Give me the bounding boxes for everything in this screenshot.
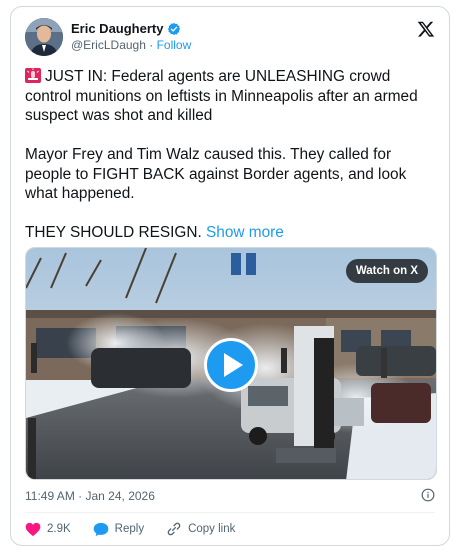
play-icon (224, 353, 243, 377)
tweet-date: Jan 24, 2026 (85, 489, 155, 503)
verified-badge-icon (168, 22, 181, 35)
link-icon (167, 522, 181, 536)
info-icon[interactable] (421, 488, 435, 502)
tweet-time: 11:49 AM (25, 489, 75, 503)
like-button[interactable]: 2.9K (25, 522, 71, 537)
avatar[interactable] (25, 18, 63, 56)
reply-icon (93, 522, 109, 536)
heart-icon (25, 522, 41, 536)
divider (25, 512, 435, 513)
reply-label: Reply (114, 523, 145, 535)
action-bar: 2.9K Reply Copy link (25, 521, 257, 537)
tweet-timestamp[interactable]: 11:49 AM · Jan 24, 2026 (25, 489, 155, 503)
timestamp-separator: · (78, 489, 83, 503)
author-handle[interactable]: @EricLDaugh (71, 38, 146, 52)
siren-icon (25, 68, 41, 83)
tweet-card: Eric Daugherty @EricLDaugh · Follow JUST… (10, 6, 450, 546)
tweet-text: JUST IN: Federal agents are UNLEASHING c… (25, 67, 435, 243)
tweet-paragraph-3: THEY SHOULD RESIGN. (25, 224, 202, 241)
play-button[interactable] (204, 338, 258, 392)
tweet-paragraph-1: JUST IN: Federal agents are UNLEASHING c… (25, 68, 418, 124)
author-handle-row: @EricLDaugh · Follow (71, 38, 191, 52)
video-media[interactable]: Watch on X (25, 247, 437, 480)
handle-separator: · (149, 38, 154, 52)
tweet-paragraph-2: Mayor Frey and Tim Walz caused this. The… (25, 146, 407, 202)
reply-button[interactable]: Reply (93, 522, 144, 537)
author-name[interactable]: Eric Daugherty (71, 21, 163, 36)
follow-button[interactable]: Follow (157, 38, 192, 52)
x-logo-icon[interactable] (417, 20, 435, 38)
tweet-paragraph: JUST IN: Federal agents are UNLEASHING c… (25, 67, 435, 126)
like-count: 2.9K (47, 523, 71, 535)
copy-link-label: Copy link (188, 523, 236, 535)
watch-on-x-button[interactable]: Watch on X (345, 259, 428, 283)
copy-link-button[interactable]: Copy link (166, 521, 235, 537)
author-name-row[interactable]: Eric Daugherty (71, 21, 181, 36)
show-more-link[interactable]: Show more (206, 224, 284, 241)
tweet-paragraph-3-container: THEY SHOULD RESIGN. Show more (25, 223, 435, 243)
